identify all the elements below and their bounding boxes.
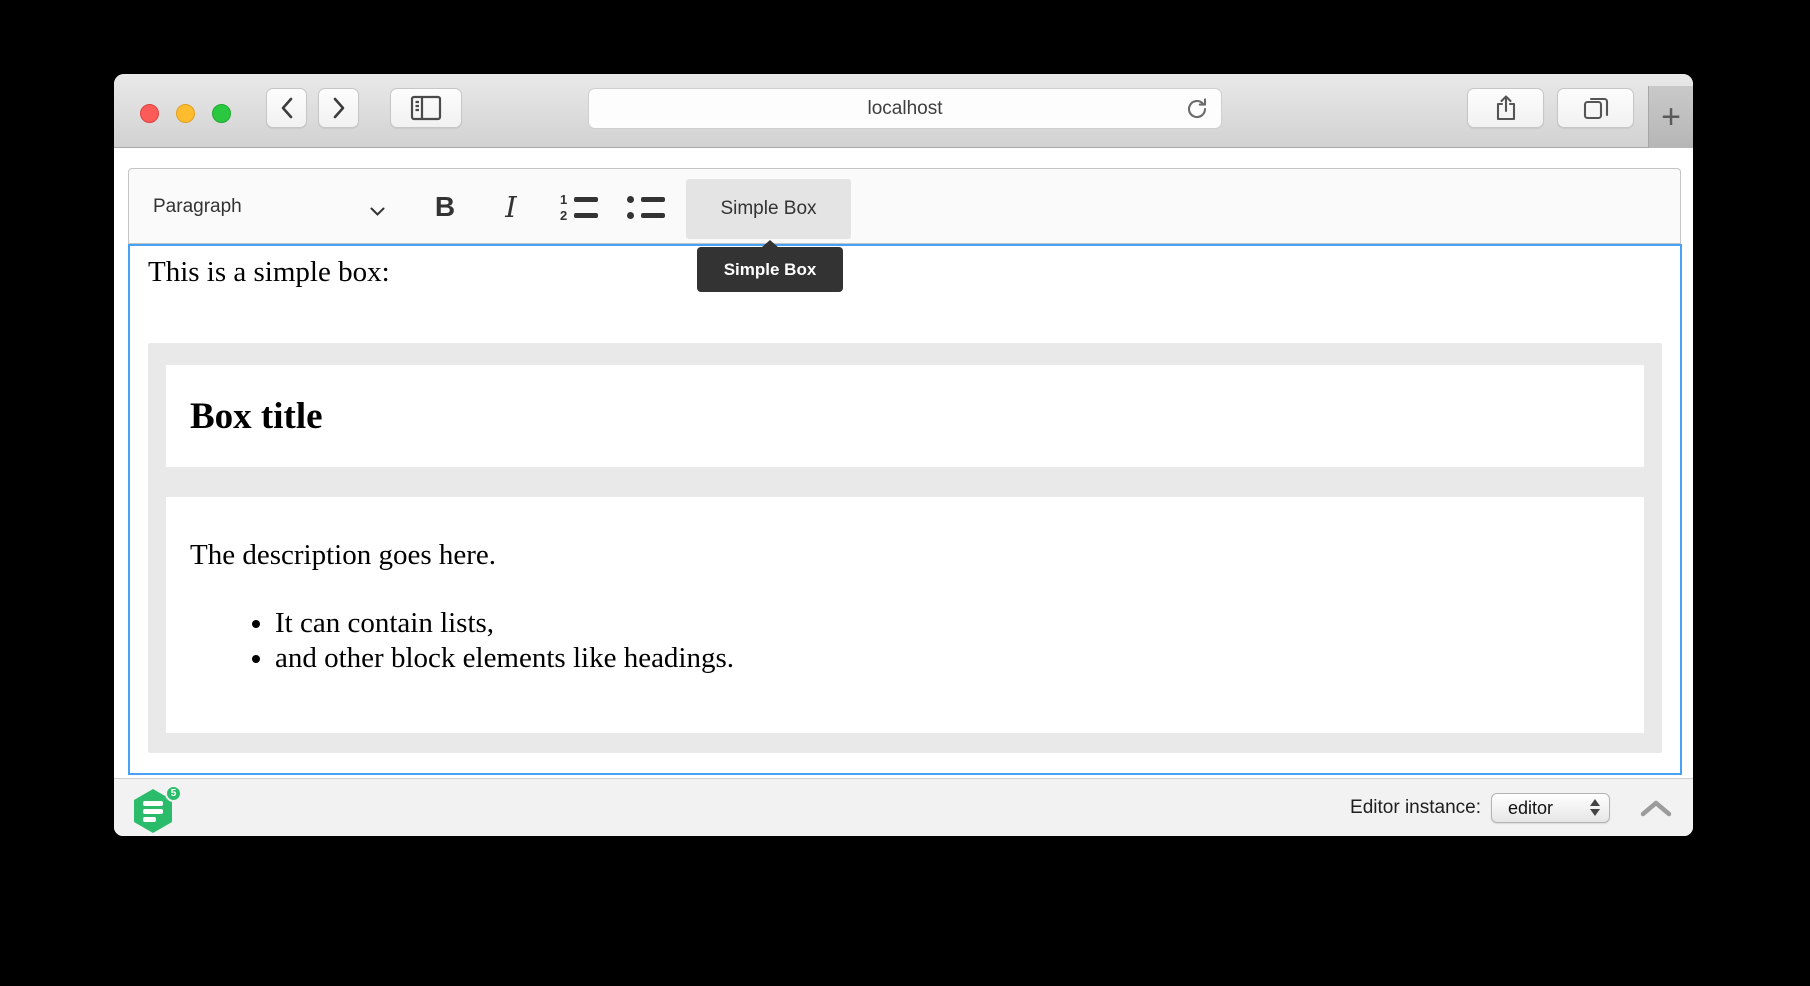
simple-box-title[interactable]: Box title	[190, 395, 323, 438]
simple-box-widget[interactable]: Box title The description goes here. It …	[148, 343, 1662, 753]
list-item[interactable]: and other block elements like headings.	[275, 641, 1620, 676]
inspector-controls: Editor instance: editor	[1350, 779, 1672, 836]
editor-instance-value: editor	[1508, 798, 1553, 819]
editor-toolbar: Paragraph B I 1 2 Simple Box	[128, 168, 1681, 244]
chevron-left-icon	[279, 96, 295, 120]
intro-paragraph[interactable]: This is a simple box:	[148, 254, 1662, 290]
sidebar-icon	[410, 95, 442, 121]
simple-box-tooltip: Simple Box	[697, 247, 843, 292]
simple-box-button-label: Simple Box	[720, 198, 816, 220]
traffic-lights	[140, 104, 231, 123]
list-item[interactable]: It can contain lists,	[275, 606, 1620, 641]
simple-box-button[interactable]: Simple Box	[686, 179, 851, 239]
editor-instance-label: Editor instance:	[1350, 797, 1481, 819]
bold-icon: B	[435, 191, 455, 223]
new-tab-button[interactable]: +	[1648, 86, 1693, 148]
reload-icon	[1185, 96, 1211, 122]
safari-window: localhost + Paragraph B I	[114, 74, 1693, 836]
forward-button[interactable]	[318, 88, 359, 128]
minimize-window-button[interactable]	[176, 104, 195, 123]
editor-instance-select[interactable]: editor	[1491, 793, 1610, 823]
share-icon	[1494, 94, 1518, 122]
bulleted-list-icon	[627, 195, 665, 220]
chevron-right-icon	[331, 96, 347, 120]
numbered-list-icon: 1 2	[560, 195, 598, 220]
expand-inspector-button[interactable]	[1640, 796, 1672, 820]
italic-button[interactable]: I	[491, 177, 531, 237]
editor-editable-area[interactable]: This is a simple box: Box title The desc…	[128, 244, 1682, 775]
italic-icon: I	[505, 190, 516, 224]
simple-box-list: It can contain lists, and other block el…	[190, 606, 1620, 676]
chevron-down-icon	[370, 204, 385, 222]
inspector-badge: 5	[165, 785, 182, 802]
simple-box-description-section[interactable]: The description goes here. It can contai…	[166, 497, 1644, 733]
address-bar[interactable]: localhost	[588, 88, 1222, 129]
zoom-window-button[interactable]	[212, 104, 231, 123]
back-button[interactable]	[266, 88, 307, 128]
heading-dropdown-value: Paragraph	[153, 196, 242, 218]
reload-button[interactable]	[1185, 96, 1211, 122]
simple-box-title-section[interactable]: Box title	[166, 365, 1644, 467]
tabs-icon	[1583, 96, 1609, 120]
select-steppers-icon	[1590, 799, 1600, 816]
inspector-bar: 5 Editor instance: editor	[114, 778, 1693, 836]
numbered-list-button[interactable]: 1 2	[552, 177, 606, 237]
chevron-up-icon	[1640, 800, 1672, 817]
bulleted-list-button[interactable]	[619, 177, 673, 237]
tooltip-caret	[761, 240, 779, 248]
heading-dropdown[interactable]: Paragraph	[137, 177, 399, 237]
tooltip-text: Simple Box	[724, 260, 817, 280]
browser-titlebar: localhost +	[114, 74, 1693, 148]
simple-box-description[interactable]: The description goes here.	[190, 537, 1620, 573]
show-all-tabs-button[interactable]	[1557, 88, 1634, 128]
close-window-button[interactable]	[140, 104, 159, 123]
share-button[interactable]	[1467, 88, 1544, 128]
bold-button[interactable]: B	[425, 177, 465, 237]
address-text: localhost	[868, 98, 943, 120]
inspector-logo-button[interactable]: 5	[134, 785, 182, 833]
sidebar-toggle-button[interactable]	[390, 88, 462, 128]
plus-icon: +	[1661, 98, 1681, 137]
